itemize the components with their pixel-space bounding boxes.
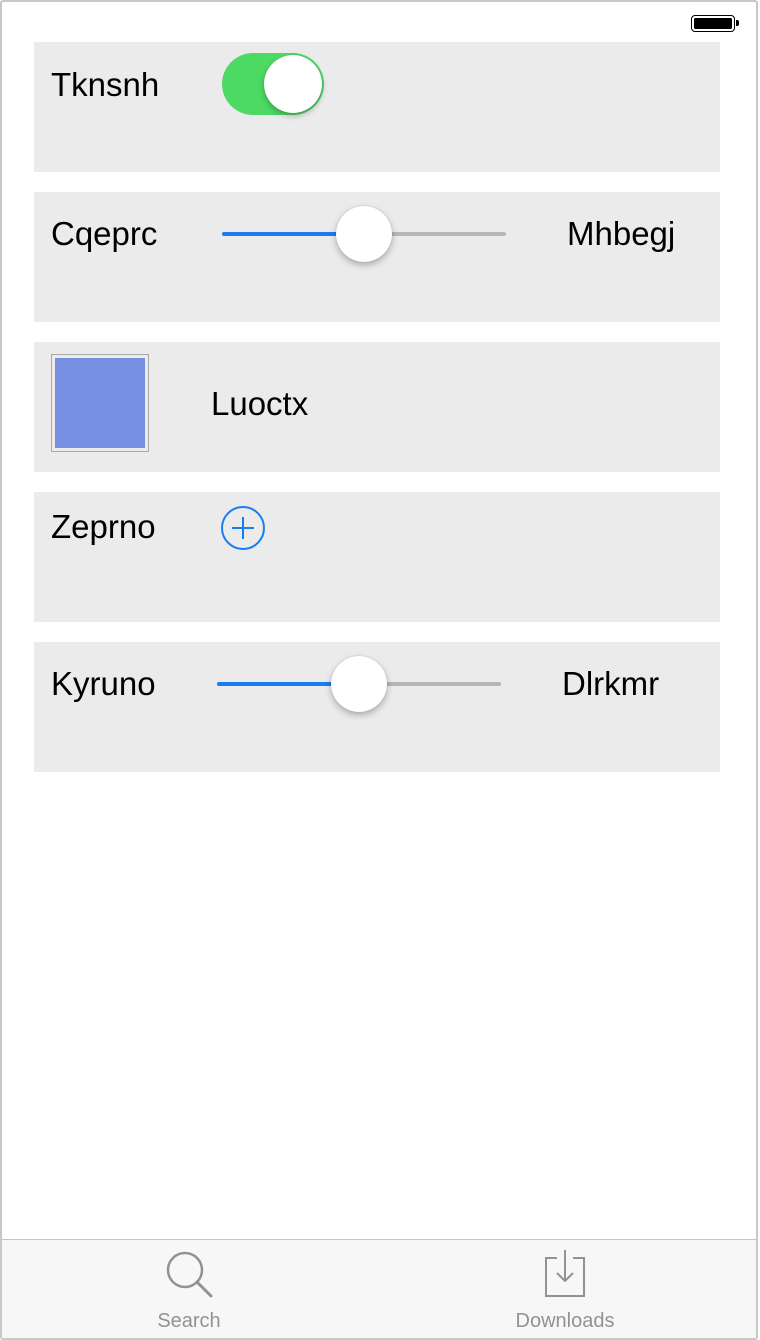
add-row: Zeprno [34, 492, 720, 622]
slider-row-2-label: Kyruno [51, 665, 156, 702]
slider-thumb[interactable] [336, 206, 392, 262]
slider-row-1-value-label: Mhbegj [567, 215, 676, 252]
slider-row-1: Cqeprc Mhbegj [34, 192, 720, 322]
color-well[interactable] [51, 354, 149, 452]
battery-icon [691, 15, 739, 32]
slider-thumb[interactable] [331, 656, 387, 712]
color-row: Luoctx [34, 342, 720, 472]
color-swatch [55, 358, 145, 448]
slider-2[interactable] [217, 654, 501, 714]
tab-search-label: Search [157, 1310, 221, 1332]
slider-1[interactable] [222, 204, 506, 264]
slider-row-2: Kyruno Dlrkmr [34, 642, 720, 772]
tab-downloads-label: Downloads [515, 1310, 615, 1332]
download-tray-icon [545, 1250, 585, 1297]
tab-search[interactable]: Search [89, 1240, 289, 1338]
color-row-label: Luoctx [211, 385, 309, 422]
search-icon [166, 1251, 213, 1298]
add-row-label: Zeprno [51, 508, 156, 545]
plus-circle-icon[interactable] [221, 506, 265, 550]
slider-row-2-value-label: Dlrkmr [562, 665, 660, 702]
toggle-knob [264, 55, 322, 113]
slider-row-1-label: Cqeprc [51, 215, 158, 252]
toggle-row: Tknsnh [34, 42, 720, 172]
tab-bar: Search Downloads [2, 1239, 756, 1338]
toggle-row-label: Tknsnh [51, 66, 160, 103]
battery-fill [694, 18, 732, 29]
app-screen: Tknsnh Cqeprc Mhbegj Luoctx Zeprno Kyrun… [0, 0, 758, 1340]
toggle-switch[interactable] [222, 53, 324, 115]
tab-downloads[interactable]: Downloads [465, 1240, 665, 1338]
